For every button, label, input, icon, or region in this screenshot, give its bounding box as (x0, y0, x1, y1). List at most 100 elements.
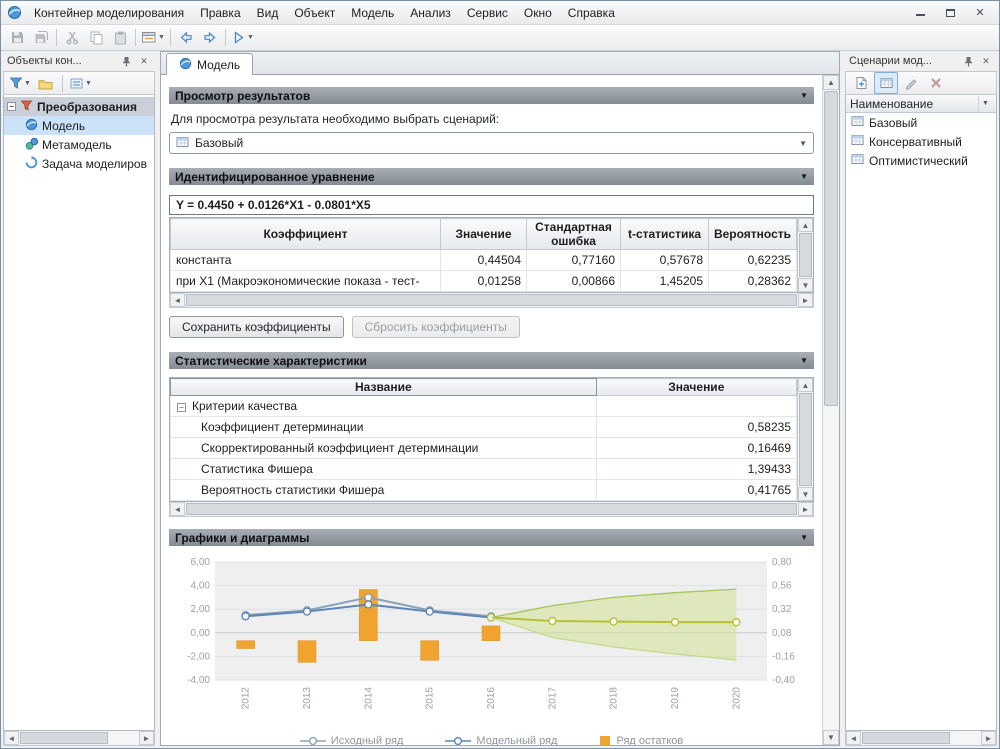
save-all-icon[interactable] (29, 27, 53, 49)
collapse-section-icon[interactable]: ▼ (800, 533, 808, 542)
menu-service[interactable]: Сервис (459, 4, 516, 22)
section-stats-header[interactable]: Статистические характеристики ▼ (169, 352, 814, 369)
table-vscrollbar[interactable]: ▲ ▼ (797, 218, 813, 292)
collapse-icon[interactable]: − (177, 403, 186, 412)
restore-button[interactable] (937, 4, 963, 22)
tree-item-model[interactable]: Модель (4, 116, 154, 135)
scroll-up-icon[interactable]: ▲ (798, 218, 813, 232)
menu-view[interactable]: Вид (249, 4, 287, 22)
menu-window[interactable]: Окно (516, 4, 560, 22)
forward-icon[interactable] (198, 27, 222, 49)
table-row[interactable]: Коэффициент детерминации 0,58235 (171, 417, 797, 438)
scroll-down-icon[interactable]: ▼ (798, 487, 813, 501)
scenario-item-optimistic[interactable]: Оптимистический (846, 151, 996, 170)
collapse-section-icon[interactable]: ▼ (800, 172, 808, 181)
chevron-down-icon[interactable]: ▼ (799, 139, 807, 148)
scroll-right-icon[interactable]: ► (798, 502, 813, 516)
scrollbar-thumb[interactable] (799, 233, 812, 277)
menu-analysis[interactable]: Анализ (402, 4, 459, 22)
col-t-stat[interactable]: t-статистика (621, 219, 709, 250)
scrollbar-thumb[interactable] (824, 91, 838, 406)
table-row[interactable]: Вероятность статистики Фишера 0,41765 (171, 480, 797, 501)
scrollbar-thumb[interactable] (20, 732, 108, 744)
scroll-left-icon[interactable]: ◄ (170, 502, 185, 516)
collapse-section-icon[interactable]: ▼ (800, 356, 808, 365)
filter-icon[interactable]: ▼ (7, 72, 33, 94)
menu-model[interactable]: Модель (343, 4, 402, 22)
save-icon[interactable] (5, 27, 29, 49)
table-vscrollbar[interactable]: ▲ ▼ (797, 378, 813, 501)
objects-panel-hscrollbar[interactable]: ◄ ► (3, 731, 155, 746)
scenario-select[interactable]: Базовый ▼ (169, 132, 814, 154)
view-icon[interactable]: ▼ (67, 72, 94, 94)
collapse-section-icon[interactable]: ▼ (800, 91, 808, 100)
table-row[interactable]: при X1 (Макроэкономические показа - тест… (171, 271, 797, 292)
scroll-right-icon[interactable]: ► (139, 731, 154, 745)
table-row[interactable]: константа 0,44504 0,77160 0,57678 0,6223… (171, 250, 797, 271)
new-scenario-icon[interactable] (849, 72, 873, 94)
section-equation-header[interactable]: Идентифицированное уравнение ▼ (169, 168, 814, 185)
stats-table-hscrollbar[interactable]: ◄ ► (169, 502, 814, 517)
scroll-left-icon[interactable]: ◄ (170, 293, 185, 307)
scroll-left-icon[interactable]: ◄ (4, 731, 19, 745)
section-charts-header[interactable]: Графики и диаграммы ▼ (169, 529, 814, 546)
run-icon[interactable]: ▼ (229, 27, 256, 49)
cut-icon[interactable] (60, 27, 84, 49)
scroll-down-icon[interactable]: ▼ (798, 278, 813, 292)
scenario-item-conservative[interactable]: Консервативный (846, 132, 996, 151)
pin-icon[interactable] (119, 54, 133, 68)
tab-model[interactable]: Модель (166, 53, 253, 75)
coefficients-table-hscrollbar[interactable]: ◄ ► (169, 293, 814, 308)
scroll-up-icon[interactable]: ▲ (823, 75, 839, 90)
scroll-right-icon[interactable]: ► (981, 731, 996, 745)
table-row[interactable]: Скорректированный коэффициент детерминац… (171, 438, 797, 459)
reset-coefficients-button[interactable]: Сбросить коэффициенты (352, 316, 520, 338)
scroll-up-icon[interactable]: ▲ (798, 378, 813, 392)
close-panel-icon[interactable]: ✕ (979, 54, 993, 68)
scroll-right-icon[interactable]: ► (798, 293, 813, 307)
pin-icon[interactable] (961, 54, 975, 68)
annotation-icon[interactable]: ▼ (139, 27, 167, 49)
back-icon[interactable] (174, 27, 198, 49)
scroll-down-icon[interactable]: ▼ (823, 730, 839, 745)
close-button[interactable]: ✕ (967, 4, 993, 22)
scenarios-column-header[interactable]: Наименование ▼ (846, 95, 996, 113)
close-panel-icon[interactable]: ✕ (137, 54, 151, 68)
scrollbar-thumb[interactable] (862, 732, 950, 744)
copy-icon[interactable] (84, 27, 108, 49)
scrollbar-thumb[interactable] (186, 503, 797, 515)
col-std-error[interactable]: Стандартная ошибка (527, 219, 621, 250)
scroll-left-icon[interactable]: ◄ (846, 731, 861, 745)
scrollbar-thumb[interactable] (799, 393, 812, 486)
menu-container[interactable]: Контейнер моделирования (26, 4, 192, 22)
scenario-item-base[interactable]: Базовый (846, 113, 996, 132)
col-coefficient[interactable]: Коэффициент (171, 219, 441, 250)
scenario-table-icon[interactable] (874, 72, 898, 94)
save-coefficients-button[interactable]: Сохранить коэффициенты (169, 316, 344, 338)
edit-icon[interactable] (899, 72, 923, 94)
tree-item-modeling-task[interactable]: Задача моделиров (4, 154, 154, 173)
chevron-down-icon[interactable]: ▼ (978, 96, 992, 112)
col-value[interactable]: Значение (596, 379, 796, 396)
folder-icon[interactable] (34, 72, 58, 94)
col-name[interactable]: Название (171, 379, 597, 396)
menu-edit[interactable]: Правка (192, 4, 249, 22)
menu-object[interactable]: Объект (286, 4, 343, 22)
tree-item-transformations[interactable]: − Преобразования (4, 97, 154, 116)
objects-panel-header: Объекты кон... ✕ (3, 51, 155, 71)
delete-icon[interactable] (924, 72, 948, 94)
paste-icon[interactable] (108, 27, 132, 49)
collapse-icon[interactable]: − (7, 102, 16, 111)
tree-item-metamodel[interactable]: Метамодель (4, 135, 154, 154)
col-probability[interactable]: Вероятность (709, 219, 797, 250)
menu-help[interactable]: Справка (560, 4, 623, 22)
cell-name: Скорректированный коэффициент детерминац… (171, 438, 597, 459)
scrollbar-thumb[interactable] (186, 294, 797, 306)
scenarios-panel-hscrollbar[interactable]: ◄ ► (845, 731, 997, 746)
section-results-header[interactable]: Просмотр результатов ▼ (169, 87, 814, 104)
content-vscrollbar[interactable]: ▲ ▼ (822, 75, 839, 745)
col-value[interactable]: Значение (441, 219, 527, 250)
table-row[interactable]: Статистика Фишера 1,39433 (171, 459, 797, 480)
minimize-button[interactable] (907, 4, 933, 22)
group-row[interactable]: −Критерии качества (171, 396, 797, 417)
